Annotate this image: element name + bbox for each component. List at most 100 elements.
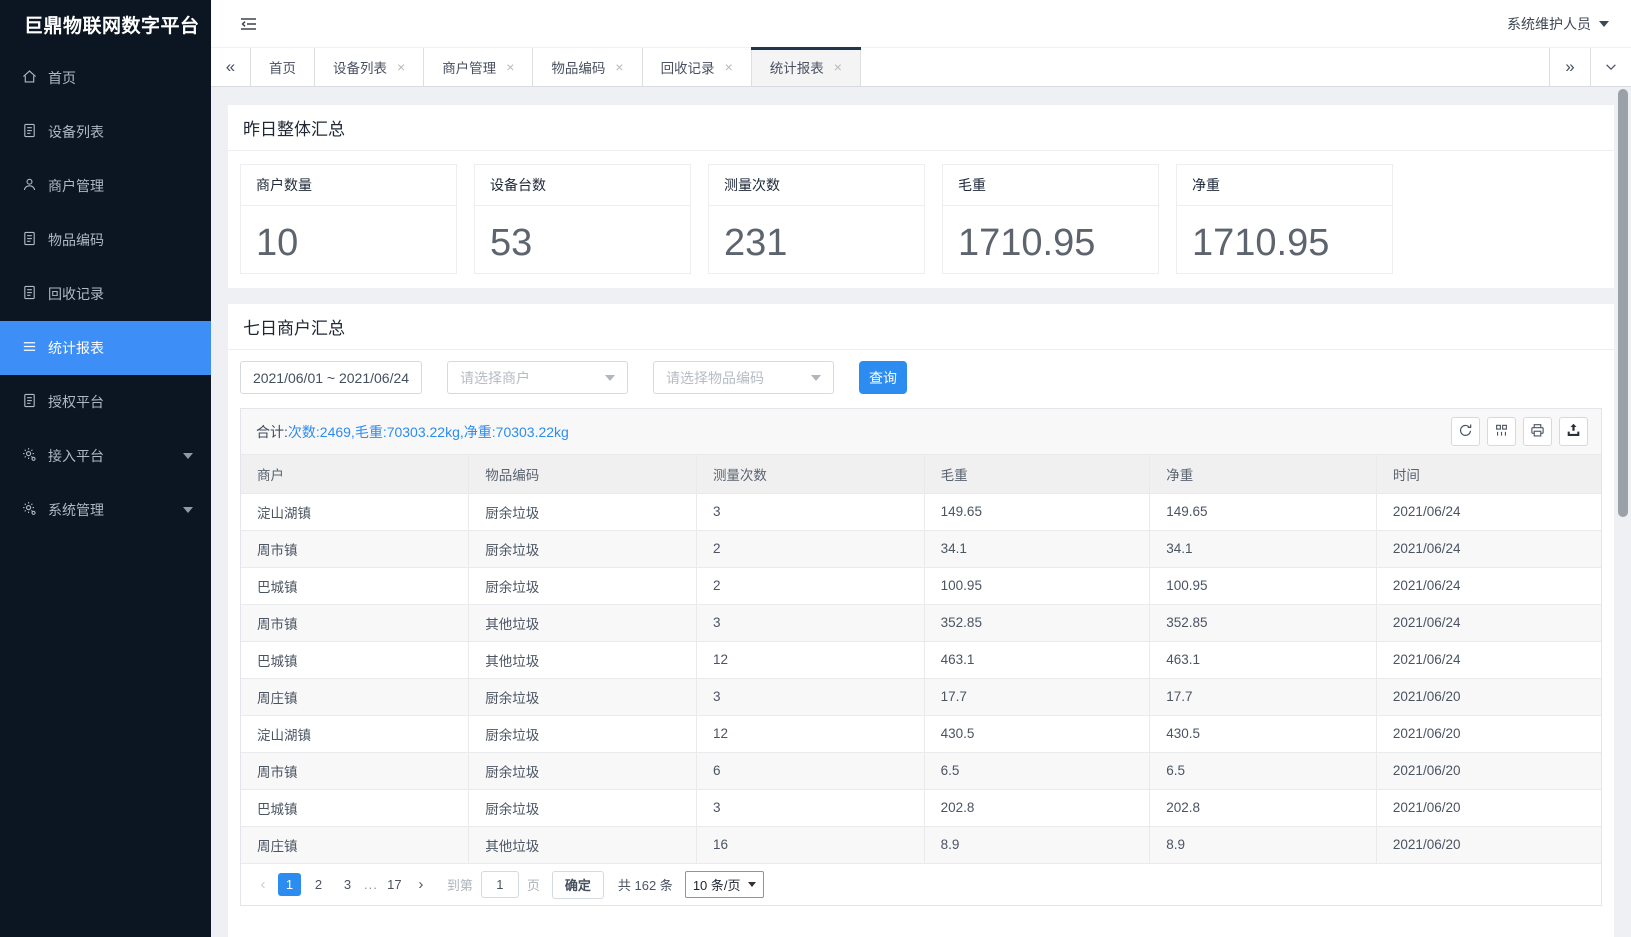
caret-down-icon: [811, 375, 821, 381]
cell-date: 2021/06/24: [1376, 641, 1601, 678]
tab-recycle-records[interactable]: 回收记录 ×: [643, 48, 752, 86]
stat-value: 231: [709, 206, 924, 281]
close-icon[interactable]: ×: [615, 60, 623, 74]
tab-statistics-active[interactable]: 统计报表 ×: [752, 48, 861, 86]
cell-count: 12: [696, 715, 924, 752]
tabs-scroll-left-button[interactable]: «: [211, 48, 251, 86]
close-icon[interactable]: ×: [506, 60, 514, 74]
sidebar-item-auth-platform[interactable]: 授权平台: [0, 375, 211, 429]
sidebar-item-label: 系统管理: [48, 500, 104, 520]
page-ellipsis: ...: [364, 877, 378, 892]
select-placeholder: 请选择商户: [460, 368, 530, 388]
cell-merchant: 巴城镇: [241, 789, 469, 826]
refresh-icon: [1458, 423, 1473, 441]
cell-item: 厨余垃圾: [469, 493, 697, 530]
close-icon[interactable]: ×: [834, 60, 842, 74]
sidebar-item-label: 回收记录: [48, 284, 104, 304]
sidebar-item-merchants[interactable]: 商户管理: [0, 159, 211, 213]
stat-label: 设备台数: [475, 165, 690, 206]
close-icon[interactable]: ×: [725, 60, 733, 74]
stat-value: 1710.95: [943, 206, 1158, 281]
sidebar-item-item-codes[interactable]: 物品编码: [0, 213, 211, 267]
page-size-select[interactable]: 10 条/页: [685, 871, 764, 898]
next-page-button[interactable]: ›: [409, 876, 433, 893]
report-table: 商户 物品编码 测量次数 毛重 净重 时间 淀山湖镇厨余垃圾3149.65149…: [241, 455, 1601, 863]
cell-merchant: 巴城镇: [241, 641, 469, 678]
user-dropdown[interactable]: 系统维护人员: [1507, 14, 1609, 34]
table-row: 巴城镇厨余垃圾2100.95100.952021/06/24: [241, 567, 1601, 604]
goto-page-input[interactable]: [481, 871, 519, 898]
sidebar-menu: 首页 设备列表 商户管理 物品编码 回收记录 统计报表: [0, 49, 211, 537]
sidebar: 巨鼎物联网数字平台 首页 设备列表 商户管理 物品编码 回收记录: [0, 0, 211, 937]
cell-date: 2021/06/20: [1376, 826, 1601, 863]
columns-settings-button[interactable]: [1487, 417, 1516, 446]
close-icon[interactable]: ×: [397, 60, 405, 74]
tab-bar-right-controls: »: [1549, 48, 1631, 86]
cell-count: 3: [696, 493, 924, 530]
confirm-button[interactable]: 确定: [552, 871, 604, 899]
cell-date: 2021/06/24: [1376, 493, 1601, 530]
sidebar-item-access-platform[interactable]: 接入平台: [0, 429, 211, 483]
merchant-select[interactable]: 请选择商户: [447, 361, 628, 394]
cell-net: 149.65: [1150, 493, 1377, 530]
sidebar-item-home[interactable]: 首页: [0, 51, 211, 105]
print-button[interactable]: [1523, 417, 1552, 446]
tab-bar: « 首页 设备列表 × 商户管理 × 物品编码 × 回收记录 × 统计报表: [211, 47, 1631, 87]
tab-item-codes[interactable]: 物品编码 ×: [533, 48, 642, 86]
refresh-button[interactable]: [1451, 417, 1480, 446]
table-row: 巴城镇其他垃圾12463.1463.12021/06/24: [241, 641, 1601, 678]
search-button[interactable]: 查询: [859, 361, 907, 394]
sidebar-item-recycle-records[interactable]: 回收记录: [0, 267, 211, 321]
sidebar-item-label: 接入平台: [48, 446, 104, 466]
tab-home[interactable]: 首页: [251, 48, 315, 86]
sidebar-item-label: 首页: [48, 68, 76, 88]
panel-title: 昨日整体汇总: [228, 105, 1614, 151]
summary-detail: 次数:2469,毛重:70303.22kg,净重:70303.22kg: [288, 422, 569, 442]
stat-value: 10: [241, 206, 456, 281]
page-size-value: 10 条/页: [693, 875, 741, 894]
sidebar-item-statistics-active[interactable]: 统计报表: [0, 321, 211, 375]
cell-item: 厨余垃圾: [469, 678, 697, 715]
cell-gross: 430.5: [924, 715, 1150, 752]
cell-item: 厨余垃圾: [469, 715, 697, 752]
table-row: 周市镇其他垃圾3352.85352.852021/06/24: [241, 604, 1601, 641]
cell-gross: 6.5: [924, 752, 1150, 789]
home-icon: [22, 69, 37, 87]
tabs-menu-button[interactable]: [1590, 48, 1631, 86]
gear-icon: [22, 501, 37, 519]
user-icon: [22, 177, 37, 195]
table-toolbar: 合计: 次数:2469,毛重:70303.22kg,净重:70303.22kg: [241, 409, 1601, 455]
page-button-3[interactable]: 3: [336, 873, 359, 896]
page-button-2[interactable]: 2: [307, 873, 330, 896]
scrollbar-thumb[interactable]: [1618, 89, 1628, 517]
tabs-scroll-right-button[interactable]: »: [1549, 48, 1590, 86]
tab-label: 首页: [269, 57, 296, 77]
page-button-17[interactable]: 17: [383, 873, 406, 896]
tab-device-list[interactable]: 设备列表 ×: [315, 48, 424, 86]
column-header-gross: 毛重: [924, 455, 1150, 493]
cell-gross: 17.7: [924, 678, 1150, 715]
caret-down-icon: [183, 453, 193, 459]
page-button-1[interactable]: 1: [278, 873, 301, 896]
cell-gross: 100.95: [924, 567, 1150, 604]
cell-count: 16: [696, 826, 924, 863]
prev-page-button[interactable]: ‹: [251, 876, 275, 893]
document-icon: [22, 393, 37, 411]
item-code-select[interactable]: 请选择物品编码: [653, 361, 834, 394]
cell-gross: 352.85: [924, 604, 1150, 641]
cell-net: 463.1: [1150, 641, 1377, 678]
stat-value: 1710.95: [1177, 206, 1392, 281]
tab-merchants[interactable]: 商户管理 ×: [424, 48, 533, 86]
date-range-input[interactable]: [240, 361, 422, 394]
sidebar-item-system-management[interactable]: 系统管理: [0, 483, 211, 537]
content-area: 昨日整体汇总 商户数量 10 设备台数 53 测量次数 231: [211, 88, 1631, 937]
cell-count: 2: [696, 567, 924, 604]
menu-fold-icon[interactable]: [239, 16, 258, 32]
cell-gross: 34.1: [924, 530, 1150, 567]
tab-label: 商户管理: [442, 57, 496, 77]
cell-merchant: 淀山湖镇: [241, 715, 469, 752]
cell-date: 2021/06/24: [1376, 530, 1601, 567]
sidebar-item-device-list[interactable]: 设备列表: [0, 105, 211, 159]
export-button[interactable]: [1559, 417, 1588, 446]
columns-icon: [1494, 423, 1509, 441]
